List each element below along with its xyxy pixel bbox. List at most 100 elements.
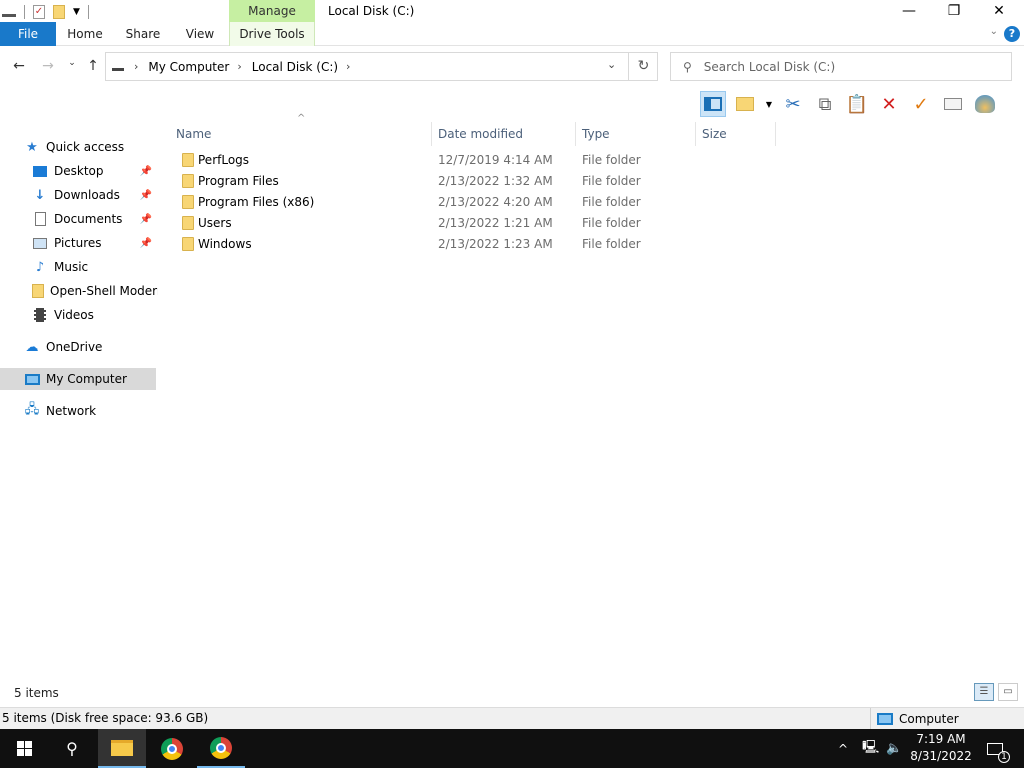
- notification-center-icon[interactable]: 1: [983, 729, 1010, 768]
- breadcrumb-my-computer[interactable]: My Computer: [148, 60, 229, 74]
- pin-icon[interactable]: 📌: [140, 214, 152, 225]
- dropdown-arrow-icon[interactable]: ▼: [764, 91, 774, 117]
- delete-icon[interactable]: ✕: [876, 91, 902, 117]
- pin-icon[interactable]: 📌: [140, 166, 152, 177]
- large-icons-view-icon[interactable]: ▭: [998, 683, 1018, 701]
- recent-locations-icon[interactable]: ⌄: [62, 58, 82, 76]
- file-explorer-taskbar-icon[interactable]: [98, 729, 146, 768]
- up-arrow-icon[interactable]: ↑: [83, 58, 103, 76]
- file-row-program-files[interactable]: Program Files 2/13/2022 1:32 AM File fol…: [178, 171, 641, 192]
- file-type: File folder: [582, 174, 641, 188]
- sidebar-item-network[interactable]: 🖧 Network: [24, 400, 180, 422]
- search-icon: ⚲: [683, 59, 692, 74]
- qat-separator: [24, 5, 25, 19]
- sidebar-item-videos[interactable]: Videos: [32, 304, 156, 326]
- refresh-icon[interactable]: ↻: [628, 52, 658, 81]
- manage-context-tab[interactable]: Manage: [229, 0, 315, 22]
- file-date: 2/13/2022 4:20 AM: [438, 195, 553, 209]
- desktop-icon: [32, 163, 48, 179]
- sidebar-item-music[interactable]: ♪ Music: [32, 256, 156, 278]
- column-header-name[interactable]: Name: [170, 122, 432, 146]
- clock[interactable]: 7:19 AM 8/31/2022: [906, 731, 976, 765]
- tab-share[interactable]: Share: [118, 22, 168, 46]
- folder-icon: [182, 195, 194, 209]
- chrome-taskbar-icon[interactable]: [148, 729, 196, 768]
- cloud-icon: ☁: [25, 339, 39, 355]
- close-button[interactable]: ✕: [976, 0, 1022, 22]
- computer-small-icon: [112, 62, 124, 71]
- windows-logo-icon: [16, 741, 32, 756]
- sidebar-item-label: My Computer: [46, 372, 127, 386]
- sidebar-item-label: Music: [54, 260, 89, 274]
- sidebar-item-open-shell-modern[interactable]: Open-Shell Modern: [32, 280, 158, 302]
- file-row-users[interactable]: Users 2/13/2022 1:21 AM File folder: [178, 213, 641, 234]
- classic-toolbar: ▼ ✂ ⧉ 📋 ✕ ✓: [700, 90, 998, 118]
- drive-icon[interactable]: [2, 7, 16, 17]
- minimize-button[interactable]: —: [886, 0, 932, 22]
- file-row-windows[interactable]: Windows 2/13/2022 1:23 AM File folder: [178, 234, 641, 255]
- breadcrumb-local-disk[interactable]: Local Disk (C:): [252, 60, 338, 74]
- pin-icon[interactable]: 📌: [140, 238, 152, 249]
- cut-icon[interactable]: ✂: [780, 91, 806, 117]
- tab-view[interactable]: View: [176, 22, 224, 46]
- file-name: Windows: [198, 237, 252, 251]
- sidebar-item-quick-access[interactable]: ★ Quick access: [24, 136, 180, 158]
- copy-icon[interactable]: ⧉: [812, 91, 838, 117]
- customize-qat-icon[interactable]: ▼: [73, 7, 80, 17]
- file-type: File folder: [582, 195, 641, 209]
- computer-icon: [877, 712, 893, 725]
- address-dropdown-icon[interactable]: ⌄: [607, 58, 616, 71]
- new-folder-toolbar-icon[interactable]: [732, 91, 758, 117]
- breadcrumb-separator-icon[interactable]: ›: [237, 60, 241, 73]
- help-button[interactable]: ?: [1004, 26, 1020, 42]
- back-arrow-icon[interactable]: ←: [9, 58, 29, 76]
- file-row-program-files-x86[interactable]: Program Files (x86) 2/13/2022 4:20 AM Fi…: [178, 192, 641, 213]
- pin-icon[interactable]: 📌: [140, 190, 152, 201]
- column-header-date-modified[interactable]: Date modified: [432, 122, 576, 146]
- computer-icon: [24, 371, 40, 387]
- properties-check-icon[interactable]: ✓: [908, 91, 934, 117]
- sidebar-item-pictures[interactable]: Pictures 📌: [32, 232, 156, 254]
- tab-home[interactable]: Home: [60, 22, 110, 46]
- details-view-icon[interactable]: ☰: [974, 683, 994, 701]
- email-icon[interactable]: [940, 91, 966, 117]
- column-header-type[interactable]: Type: [576, 122, 696, 146]
- sidebar-item-label: Downloads: [54, 188, 120, 202]
- forward-arrow-icon[interactable]: →: [38, 58, 58, 76]
- show-hidden-icons[interactable]: ^: [838, 729, 848, 768]
- search-taskbar-icon[interactable]: ⚲: [48, 729, 96, 768]
- chrome-taskbar-icon-2[interactable]: [197, 729, 245, 768]
- paste-icon[interactable]: 📋: [844, 91, 870, 117]
- tab-file[interactable]: File: [0, 22, 56, 46]
- address-bar[interactable]: › My Computer › Local Disk (C:) ›: [105, 52, 658, 81]
- file-type: File folder: [582, 237, 641, 251]
- search-placeholder: Search Local Disk (C:): [703, 59, 836, 74]
- new-folder-icon[interactable]: [53, 5, 65, 19]
- file-name: Program Files: [198, 174, 279, 188]
- sidebar-item-documents[interactable]: Documents 📌: [32, 208, 156, 230]
- sidebar-item-label: Pictures: [54, 236, 102, 250]
- column-header-size[interactable]: Size: [696, 122, 776, 146]
- breadcrumb-separator-icon: ›: [134, 60, 139, 73]
- network-tray-icon[interactable]: 🖳: [862, 729, 879, 768]
- start-button[interactable]: [0, 729, 48, 768]
- sidebar-item-my-computer[interactable]: My Computer: [0, 368, 156, 390]
- properties-icon[interactable]: ✓: [33, 5, 45, 19]
- view-switcher: ☰ ▭: [974, 683, 1018, 701]
- file-date: 2/13/2022 1:32 AM: [438, 174, 553, 188]
- sidebar-item-onedrive[interactable]: ☁ OneDrive: [24, 336, 180, 358]
- download-icon: ↓: [34, 187, 46, 203]
- tab-drive-tools[interactable]: Drive Tools: [229, 22, 315, 46]
- search-input[interactable]: ⚲ Search Local Disk (C:): [670, 52, 1012, 81]
- restore-button[interactable]: ❐: [931, 0, 977, 22]
- sidebar-item-downloads[interactable]: ↓ Downloads 📌: [32, 184, 156, 206]
- navigation-pane-icon[interactable]: [700, 91, 726, 117]
- sidebar-item-label: Desktop: [54, 164, 104, 178]
- open-shell-icon[interactable]: [972, 91, 998, 117]
- sidebar-item-desktop[interactable]: Desktop 📌: [32, 160, 156, 182]
- expand-ribbon-icon[interactable]: ⌄: [990, 26, 998, 37]
- volume-icon[interactable]: 🔈: [886, 729, 902, 768]
- file-row-perflogs[interactable]: PerfLogs 12/7/2019 4:14 AM File folder: [178, 150, 641, 171]
- folder-icon: [182, 174, 194, 188]
- breadcrumb-separator-icon[interactable]: ›: [346, 60, 350, 73]
